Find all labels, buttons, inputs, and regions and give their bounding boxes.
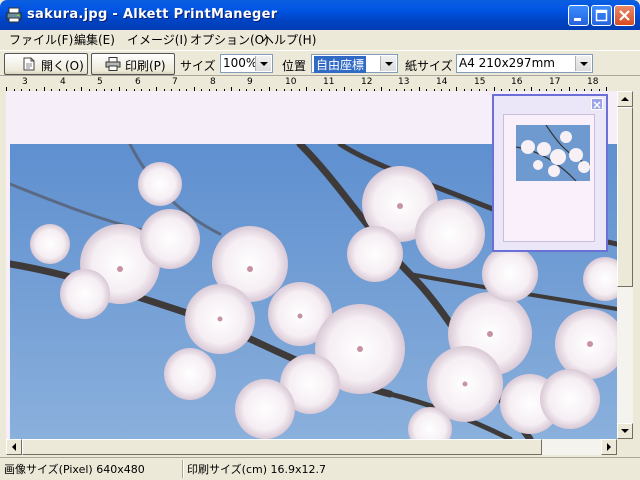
close-icon [619, 10, 630, 21]
ruler-number: 16 [511, 77, 523, 87]
preview-thumbnail [516, 125, 590, 181]
maximize-icon [595, 9, 608, 22]
ruler-number: 3 [22, 77, 28, 87]
preview-panel[interactable] [492, 94, 608, 252]
print-canvas[interactable] [6, 91, 617, 439]
maximize-button[interactable] [591, 5, 612, 26]
app-printer-icon [6, 7, 22, 23]
position-label: 位置 [282, 59, 307, 73]
ruler-number: 8 [210, 77, 216, 87]
menu-bar: ファイル(F) 編集(E) イメージ(I) オプション(O) ヘルプ(H) [0, 30, 640, 50]
position-select-value: 自由座標 [314, 56, 367, 73]
preview-close-button[interactable] [591, 98, 603, 110]
arrow-right-icon [607, 443, 611, 451]
title-bar[interactable]: sakura.jpg - Alkett PrintManeger [0, 0, 640, 30]
horizontal-ruler: 3 4 5 6 7 8 9 10 11 12 13 14 15 16 17 18 [0, 77, 640, 91]
open-file-icon [23, 57, 35, 71]
ruler-number: 5 [97, 77, 103, 87]
preview-page [503, 114, 595, 242]
vertical-scroll-thumb[interactable] [617, 107, 633, 287]
menu-file[interactable]: ファイル(F) [9, 32, 73, 48]
size-select[interactable]: 100% [220, 54, 273, 73]
arrow-up-icon [621, 97, 629, 101]
chevron-down-icon[interactable] [575, 56, 591, 71]
ruler-number: 10 [285, 77, 297, 87]
print-button-label: 印刷(P) [125, 59, 166, 73]
ruler-number: 7 [172, 77, 178, 87]
printer-icon [105, 57, 121, 71]
close-button[interactable] [614, 5, 635, 26]
ruler-number: 15 [474, 77, 486, 87]
horizontal-scrollbar[interactable] [6, 439, 617, 455]
window-title: sakura.jpg - Alkett PrintManeger [27, 7, 278, 22]
minimize-icon [574, 18, 581, 21]
scroll-right-button[interactable] [601, 439, 617, 455]
size-select-value: 100% [223, 56, 258, 70]
scroll-up-button[interactable] [617, 91, 633, 107]
ruler-number: 4 [60, 77, 66, 87]
menu-help[interactable]: ヘルプ(H) [262, 32, 316, 48]
status-divider [182, 460, 184, 478]
horizontal-scroll-thumb[interactable] [22, 439, 542, 455]
status-bar: 画像サイズ(Pixel) 640x480 印刷サイズ(cm) 16.9x12.7 [0, 457, 640, 480]
arrow-down-icon [621, 429, 629, 433]
ruler-number: 13 [398, 77, 410, 87]
paper-size-select[interactable]: A4 210x297mm [456, 54, 593, 73]
ruler-number: 14 [436, 77, 448, 87]
position-select[interactable]: 自由座標 [311, 54, 398, 73]
size-label: サイズ [180, 59, 216, 73]
toolbar: 開く(O) 印刷(P) サイズ 100% 位置 自由座標 紙サイズ A4 210… [0, 50, 640, 76]
status-image-size: 画像サイズ(Pixel) 640x480 [4, 463, 145, 476]
ruler-number: 6 [135, 77, 141, 87]
vertical-scrollbar[interactable] [617, 91, 633, 439]
arrow-left-icon [12, 443, 16, 451]
menu-edit[interactable]: 編集(E) [74, 32, 115, 48]
chevron-down-icon[interactable] [380, 56, 396, 71]
paper-size-select-value: A4 210x297mm [459, 56, 555, 70]
status-print-size: 印刷サイズ(cm) 16.9x12.7 [187, 463, 327, 476]
paper-size-label: 紙サイズ [405, 59, 453, 73]
ruler-number: 18 [587, 77, 599, 87]
ruler-number: 17 [549, 77, 561, 87]
open-button-label: 開く(O) [41, 59, 84, 73]
chevron-down-icon[interactable] [255, 56, 271, 71]
open-button[interactable]: 開く(O) [4, 53, 88, 75]
ruler-number: 12 [361, 77, 373, 87]
scroll-down-button[interactable] [617, 423, 633, 439]
print-button[interactable]: 印刷(P) [91, 53, 175, 75]
menu-image[interactable]: イメージ(I) [127, 32, 188, 48]
close-icon [593, 101, 601, 109]
scroll-left-button[interactable] [6, 439, 22, 455]
ruler-number: 11 [323, 77, 335, 87]
menu-options[interactable]: オプション(O) [190, 32, 269, 48]
minimize-button[interactable] [568, 5, 589, 26]
ruler-number: 9 [247, 77, 253, 87]
